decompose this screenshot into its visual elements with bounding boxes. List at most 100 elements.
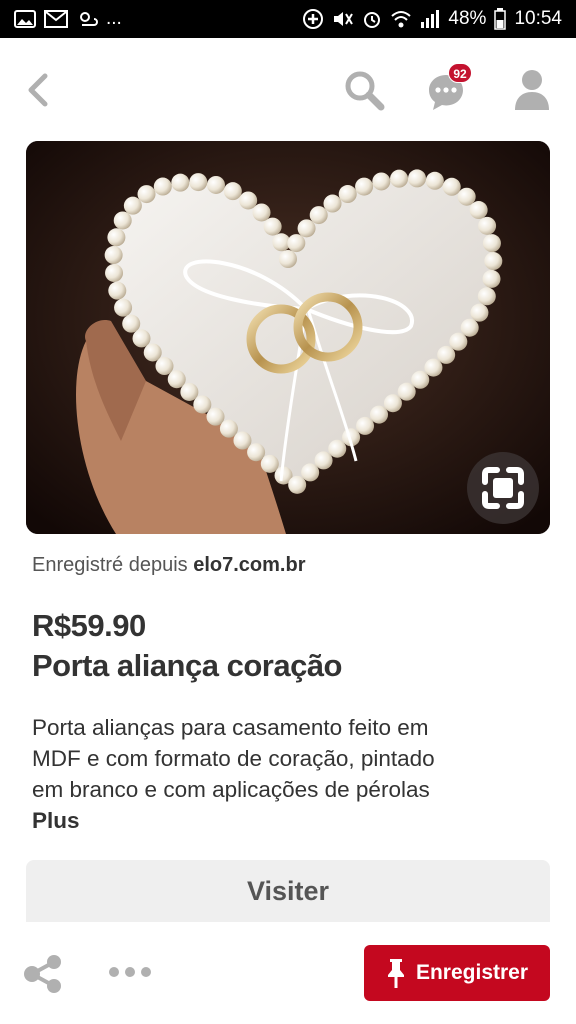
pearl-decoration: [297, 219, 316, 238]
pin-icon: [387, 959, 404, 988]
pearl-decoration: [171, 173, 190, 192]
pearl-decoration: [338, 185, 357, 204]
pearl-decoration: [442, 177, 461, 196]
pearl-decoration: [132, 329, 151, 348]
pearl-decoration: [408, 169, 427, 188]
pearl-decoration: [288, 475, 307, 494]
alarm-icon: [362, 9, 382, 29]
back-button[interactable]: [18, 70, 58, 110]
pearl-decoration: [247, 443, 266, 462]
pin-title: Porta aliança coração: [32, 648, 343, 683]
pearl-decoration: [356, 416, 375, 435]
bottom-action-bar: Enregistrer: [0, 924, 576, 1024]
pearl-decoration: [372, 172, 391, 191]
visual-search-button[interactable]: [467, 452, 539, 524]
pearl-decoration: [279, 250, 297, 268]
pearl-decoration: [123, 196, 142, 215]
pearl-decoration: [425, 171, 444, 190]
data-saver-icon: [302, 8, 324, 30]
pearl-decoration: [189, 173, 208, 192]
pearl-decoration: [482, 234, 501, 253]
pearl-decoration: [104, 246, 123, 265]
pearl-decoration: [113, 211, 132, 230]
pearl-decoration: [107, 228, 126, 247]
pearl-decoration: [411, 370, 430, 389]
pearl-decoration: [105, 263, 124, 282]
pearl-decoration: [470, 303, 489, 322]
profile-button[interactable]: [508, 66, 556, 114]
back-chevron-icon: [28, 73, 48, 107]
battery-icon: [494, 8, 507, 30]
pearl-decoration: [122, 314, 141, 333]
pearl-decoration: [328, 439, 347, 458]
pearl-decoration: [143, 343, 162, 362]
profile-icon: [515, 70, 549, 110]
top-navigation: [0, 38, 576, 140]
more-options-button[interactable]: [108, 962, 152, 982]
gallery-icon: [14, 10, 36, 28]
pearl-decoration: [370, 405, 389, 424]
pearl-decoration: [424, 358, 443, 377]
pearl-decoration: [460, 318, 479, 337]
description-line: em branco e com aplicações de pérolas: [32, 777, 430, 802]
lens-icon: [482, 467, 524, 509]
pearl-decoration: [239, 191, 258, 210]
share-icon: [24, 955, 61, 993]
pearl-decoration: [390, 169, 409, 188]
search-button[interactable]: [340, 66, 388, 114]
pearl-decoration: [153, 177, 172, 196]
pearl-decoration: [314, 451, 333, 470]
saved-from-line: Enregistré depuis elo7.com.br: [32, 554, 305, 577]
weather-icon: [76, 9, 98, 29]
pearl-decoration: [449, 332, 468, 351]
pearl-decoration: [233, 431, 252, 450]
pin-description: Porta alianças para casamento feito em M…: [32, 712, 542, 836]
source-domain-link[interactable]: elo7.com.br: [193, 554, 305, 576]
pearl-decoration: [287, 234, 306, 253]
pearl-decoration: [206, 407, 225, 426]
price: R$59.90: [32, 608, 146, 643]
pearl-decoration: [355, 177, 374, 196]
pearl-decoration: [469, 201, 488, 220]
pearl-decoration: [309, 206, 328, 225]
saved-from-label: Enregistré depuis: [32, 554, 188, 576]
description-line: MDF e com formato de coração, pintado: [32, 746, 435, 771]
pearl-decoration: [482, 269, 501, 288]
pearl-decoration: [155, 357, 174, 376]
pearl-decoration: [397, 382, 416, 401]
pearl-decoration: [114, 298, 133, 317]
pearl-decoration: [457, 187, 476, 206]
pearl-decoration: [478, 216, 497, 235]
pearl-decoration: [383, 394, 402, 413]
pearl-decoration: [180, 382, 199, 401]
pearl-decoration: [137, 185, 156, 204]
pearl-decoration: [219, 419, 238, 438]
signal-icon: [420, 10, 440, 28]
pearl-decoration: [193, 395, 212, 414]
pearl-decoration: [206, 175, 225, 194]
mute-icon: [332, 9, 354, 29]
pearl-decoration: [484, 252, 503, 271]
notification-ellipsis: ...: [106, 8, 122, 29]
pearl-decoration: [477, 287, 496, 306]
pearl-decoration: [260, 454, 279, 473]
pearl-decoration: [223, 182, 242, 201]
description-line: Porta alianças para casamento feito em: [32, 715, 429, 740]
gmail-icon: [44, 10, 68, 28]
pearl-decoration: [301, 463, 320, 482]
pearl-decoration: [167, 370, 186, 389]
wifi-icon: [390, 9, 412, 29]
messages-badge: 92: [448, 63, 472, 83]
save-button[interactable]: Enregistrer: [364, 945, 550, 1001]
save-button-label: Enregistrer: [415, 961, 529, 984]
more-link[interactable]: Plus: [32, 805, 542, 836]
share-button[interactable]: [22, 954, 64, 994]
search-icon: [345, 71, 385, 111]
battery-percent: 48%: [448, 8, 487, 29]
pearl-decoration: [323, 194, 342, 213]
pearl-decoration: [108, 281, 127, 300]
status-bar: ... 48% 10:54: [0, 0, 576, 38]
visit-button[interactable]: Visiter: [26, 860, 550, 922]
pearl-decoration: [263, 217, 282, 236]
pearl-decoration: [437, 345, 456, 364]
